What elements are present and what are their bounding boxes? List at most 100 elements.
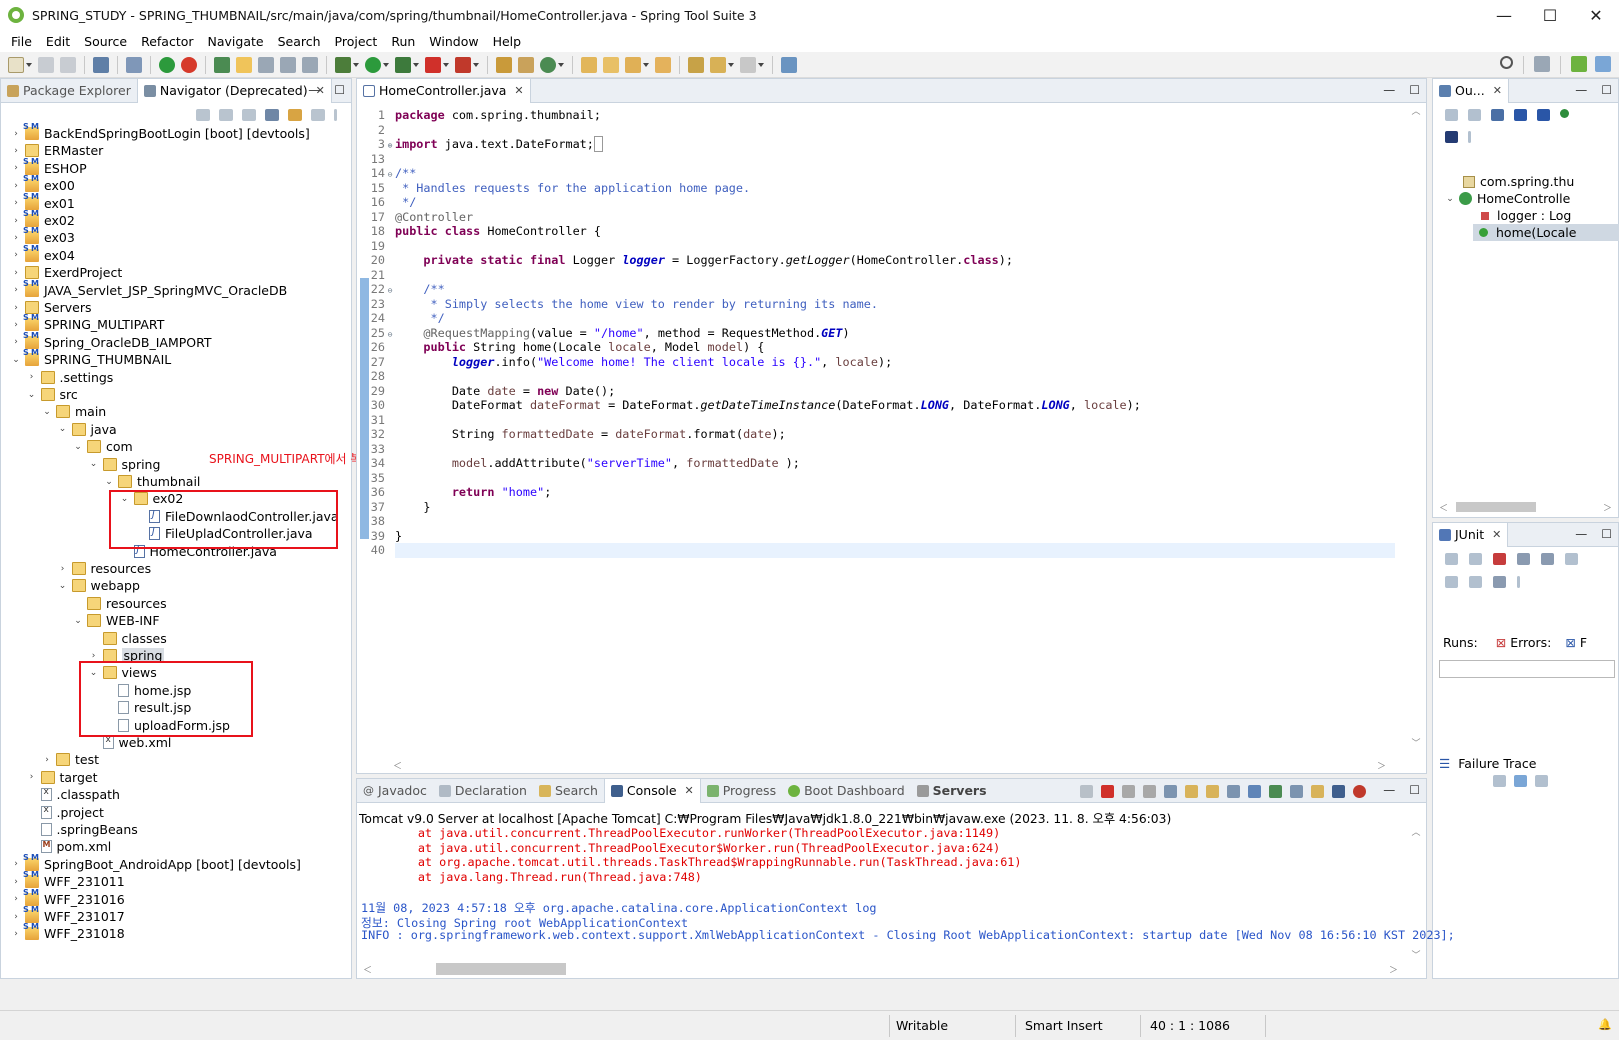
tree-item[interactable]: ⌄ WEB-INF: [73, 612, 159, 629]
rerun-failed-icon[interactable]: [1445, 576, 1458, 588]
close-icon[interactable]: ✕: [1493, 84, 1502, 97]
tree-item[interactable]: ⌄ com: [73, 438, 132, 455]
next-failure-icon[interactable]: [1445, 553, 1458, 565]
scroll-lock-icon[interactable]: [1517, 553, 1530, 565]
search-icon[interactable]: [1500, 56, 1513, 69]
tab-progress[interactable]: Progress: [701, 779, 782, 803]
external-tools-icon[interactable]: [455, 56, 471, 73]
outline-package[interactable]: com.spring.thu: [1463, 173, 1574, 190]
back-icon[interactable]: [196, 109, 210, 121]
menu-search[interactable]: Search: [271, 34, 328, 49]
expand-chevron-icon[interactable]: ›: [89, 651, 99, 661]
tree-item[interactable]: .springBeans: [27, 821, 138, 838]
collapse-chevron-icon[interactable]: ⌄: [11, 355, 21, 365]
tab-boot-dashboard[interactable]: Boot Dashboard: [782, 779, 911, 803]
collapse-chevron-icon[interactable]: ⌄: [58, 424, 68, 434]
expand-chevron-icon[interactable]: ›: [27, 372, 37, 382]
maximize-view-icon[interactable]: ☐: [1601, 527, 1612, 541]
show-failures-only-icon[interactable]: [1493, 553, 1506, 565]
expand-chevron-icon[interactable]: ›: [11, 303, 21, 313]
tree-item[interactable]: › ex00: [11, 174, 75, 194]
show-on-stderr-icon[interactable]: [1248, 785, 1261, 798]
tree-item[interactable]: › test: [42, 751, 99, 768]
disconnect-icon[interactable]: [1080, 785, 1093, 798]
expand-chevron-icon[interactable]: ›: [42, 755, 52, 765]
tab-junit[interactable]: JUnit ✕: [1433, 522, 1509, 547]
clear-console-icon[interactable]: [1164, 785, 1177, 798]
collapse-all-icon[interactable]: [1445, 109, 1458, 121]
search-pin-icon[interactable]: [625, 56, 641, 73]
run-configurations-icon[interactable]: [395, 56, 411, 73]
menu-window[interactable]: Window: [422, 34, 485, 49]
up-icon[interactable]: [242, 109, 256, 121]
hide-fields-icon[interactable]: [1514, 109, 1527, 121]
collapse-chevron-icon[interactable]: ⌄: [73, 442, 83, 452]
tree-item[interactable]: › ex02: [11, 209, 75, 229]
pin-console-icon[interactable]: [1269, 785, 1282, 798]
tree-item[interactable]: › SpringBoot_AndroidApp [boot] [devtools]: [11, 853, 301, 873]
terminate-icon[interactable]: [1101, 785, 1114, 798]
expand-all-icon[interactable]: [1468, 109, 1481, 121]
collapse-chevron-icon[interactable]: ⌄: [27, 390, 37, 400]
run-icon[interactable]: [365, 56, 381, 73]
new-class-icon[interactable]: [540, 56, 556, 73]
tree-item[interactable]: › resources: [58, 560, 151, 577]
open-folder-icon[interactable]: [603, 56, 619, 73]
expand-chevron-icon[interactable]: ›: [11, 320, 21, 330]
tree-item[interactable]: › ex03: [11, 226, 75, 246]
minimize-button[interactable]: —: [1481, 0, 1527, 30]
expand-chevron-icon[interactable]: ›: [27, 772, 37, 782]
minimize-view-icon[interactable]: —: [308, 83, 320, 97]
view-menu-icon[interactable]: [1468, 131, 1471, 143]
link-with-editor-icon[interactable]: [288, 109, 302, 121]
menu-project[interactable]: Project: [328, 34, 385, 49]
expand-chevron-icon[interactable]: ›: [11, 250, 21, 260]
expand-chevron-icon[interactable]: ›: [11, 894, 21, 904]
new-package-icon[interactable]: [518, 56, 534, 73]
tree-item[interactable]: classes: [89, 630, 167, 647]
filters-icon[interactable]: [311, 109, 325, 121]
tree-item[interactable]: ⌄ spring: [89, 456, 161, 473]
expand-chevron-icon[interactable]: ›: [11, 929, 21, 939]
expand-chevron-icon[interactable]: ›: [11, 129, 21, 139]
tree-item[interactable]: ⌄ src: [27, 386, 78, 403]
close-icon[interactable]: ✕: [1492, 528, 1501, 541]
expand-chevron-icon[interactable]: ›: [11, 285, 21, 295]
editor-horizontal-scrollbar[interactable]: ＜＞: [357, 757, 1426, 773]
new-icon[interactable]: [8, 56, 24, 73]
toggle-mark-occurrences-icon[interactable]: [236, 56, 252, 73]
minimize-view-icon[interactable]: —: [1575, 83, 1587, 97]
tree-item[interactable]: › JAVA_Servlet_JSP_SpringMVC_OracleDB: [11, 279, 287, 299]
tab-console[interactable]: Console ✕: [603, 778, 701, 803]
tree-item[interactable]: › BackEndSpringBootLogin [boot] [devtools…: [11, 122, 310, 142]
menu-refactor[interactable]: Refactor: [134, 34, 200, 49]
hide-static-icon[interactable]: [1537, 109, 1550, 121]
tree-item[interactable]: ⌄ main: [42, 403, 106, 420]
console-icon[interactable]: [93, 56, 109, 73]
debug-icon[interactable]: [335, 56, 351, 73]
tab-outline[interactable]: Ou... ✕: [1433, 78, 1509, 103]
minimize-view-icon[interactable]: —: [1383, 83, 1395, 97]
expand-chevron-icon[interactable]: ›: [11, 912, 21, 922]
maximize-view-icon[interactable]: ☐: [334, 83, 345, 97]
remove-launch-icon[interactable]: [1122, 785, 1135, 798]
tree-item[interactable]: › WFF_231018: [11, 922, 125, 942]
forward-icon[interactable]: [740, 56, 756, 73]
menu-help[interactable]: Help: [486, 34, 529, 49]
last-edit-location-icon[interactable]: [688, 56, 704, 73]
collapse-chevron-icon[interactable]: ⌄: [58, 581, 68, 591]
back-icon[interactable]: [710, 56, 726, 73]
open-console-icon[interactable]: [1311, 785, 1324, 798]
scroll-lock-icon[interactable]: [1185, 785, 1198, 798]
tree-item[interactable]: resources: [73, 595, 167, 612]
open-project-icon[interactable]: [655, 56, 671, 73]
test-history-icon[interactable]: [1493, 576, 1506, 588]
tab-servers[interactable]: Servers: [911, 779, 993, 803]
close-icon[interactable]: ✕: [685, 784, 694, 797]
java-ee-perspective-icon[interactable]: [1595, 56, 1611, 72]
outline-horizontal-scrollbar[interactable]: ＜＞: [1433, 499, 1618, 515]
collapse-chevron-icon[interactable]: ⌄: [73, 616, 83, 626]
stop-junit-icon[interactable]: [1469, 576, 1482, 588]
notification-icon[interactable]: 🔔: [1598, 1018, 1612, 1031]
menu-run[interactable]: Run: [384, 34, 422, 49]
